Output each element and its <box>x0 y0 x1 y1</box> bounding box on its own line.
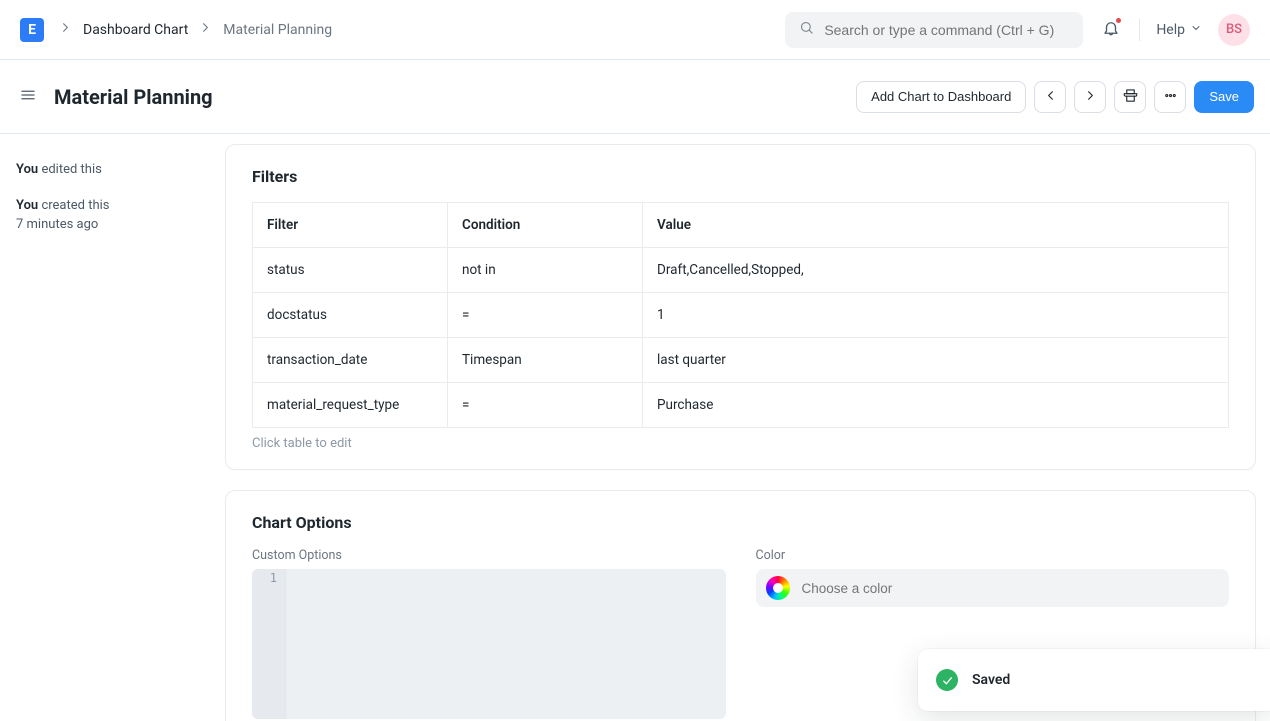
filters-header-condition: Condition <box>448 203 643 248</box>
filter-name: status <box>253 248 448 293</box>
filter-condition: = <box>448 293 643 338</box>
table-row[interactable]: docstatus = 1 <box>253 293 1229 338</box>
filter-condition: Timespan <box>448 338 643 383</box>
activity-edited-verb: edited this <box>41 162 101 177</box>
table-row[interactable]: transaction_date Timespan last quarter <box>253 338 1229 383</box>
color-wheel-icon[interactable] <box>766 576 790 600</box>
help-menu[interactable]: Help <box>1156 22 1202 38</box>
user-avatar[interactable]: BS <box>1218 14 1250 46</box>
page-body: You edited this You created this 7 minut… <box>0 134 1270 721</box>
main-column: Filters Filter Condition Value status no… <box>225 134 1270 721</box>
activity-edited-who: You <box>16 162 38 177</box>
page-actions: Add Chart to Dashboard Save <box>856 81 1254 113</box>
printer-icon <box>1123 88 1138 106</box>
activity-edited: You edited this <box>16 160 209 180</box>
toast-message: Saved <box>972 672 1010 688</box>
help-label: Help <box>1156 22 1185 38</box>
custom-options-editor[interactable]: 1 <box>252 569 726 719</box>
next-button[interactable] <box>1074 81 1106 113</box>
chevron-right-icon <box>1083 88 1098 106</box>
color-input-wrap[interactable] <box>756 569 1230 607</box>
hamburger-icon <box>19 86 37 108</box>
line-number: 1 <box>252 571 277 585</box>
toast-saved: Saved <box>918 649 1270 711</box>
prev-button[interactable] <box>1034 81 1066 113</box>
activity-created-who: You <box>16 198 38 213</box>
save-button[interactable]: Save <box>1194 81 1254 113</box>
color-input[interactable] <box>802 581 1220 596</box>
code-gutter: 1 <box>252 569 286 719</box>
filters-header-value: Value <box>643 203 1229 248</box>
search-icon <box>799 20 814 39</box>
navbar-right: Help BS <box>785 12 1250 48</box>
app-logo[interactable]: E <box>20 18 44 42</box>
breadcrumb-current: Material Planning <box>223 22 332 38</box>
filters-table[interactable]: Filter Condition Value status not in Dra… <box>252 202 1229 428</box>
print-button[interactable] <box>1114 81 1146 113</box>
ellipsis-icon <box>1163 88 1178 106</box>
filter-name: material_request_type <box>253 383 448 428</box>
bell-icon <box>1102 19 1120 41</box>
code-textarea[interactable] <box>286 569 726 719</box>
app-logo-letter: E <box>28 22 36 38</box>
filter-value: Purchase <box>643 383 1229 428</box>
more-menu-button[interactable] <box>1154 81 1186 113</box>
color-label: Color <box>756 548 1230 563</box>
chevron-right-icon <box>198 20 213 39</box>
activity-created-verb: created this <box>41 198 109 213</box>
search-input[interactable] <box>824 22 1069 38</box>
nav-divider <box>1139 19 1140 41</box>
filter-value: Draft,Cancelled,Stopped, <box>643 248 1229 293</box>
page-header: Material Planning Add Chart to Dashboard… <box>0 60 1270 134</box>
chevron-left-icon <box>1043 88 1058 106</box>
activity-created: You created this 7 minutes ago <box>16 196 209 235</box>
chevron-right-icon <box>58 20 73 39</box>
top-navbar: E Dashboard Chart Material Planning Help <box>0 0 1270 60</box>
activity-created-ago: 7 minutes ago <box>16 215 209 235</box>
filters-header-filter: Filter <box>253 203 448 248</box>
table-row[interactable]: status not in Draft,Cancelled,Stopped, <box>253 248 1229 293</box>
filters-card: Filters Filter Condition Value status no… <box>225 144 1256 470</box>
custom-options-label: Custom Options <box>252 548 726 563</box>
table-row[interactable]: material_request_type = Purchase <box>253 383 1229 428</box>
sidebar-toggle[interactable] <box>16 85 40 109</box>
notifications-button[interactable] <box>1099 18 1123 42</box>
check-circle-icon <box>936 669 958 691</box>
filters-edit-hint[interactable]: Click table to edit <box>252 436 1229 451</box>
global-search[interactable] <box>785 12 1083 48</box>
activity-sidebar: You edited this You created this 7 minut… <box>0 134 225 721</box>
filter-value: 1 <box>643 293 1229 338</box>
chevron-down-icon <box>1190 22 1202 38</box>
custom-options-field: Custom Options 1 <box>252 548 726 719</box>
add-chart-to-dashboard-button[interactable]: Add Chart to Dashboard <box>856 81 1026 113</box>
user-initials: BS <box>1226 22 1242 37</box>
filter-condition: not in <box>448 248 643 293</box>
filter-name: docstatus <box>253 293 448 338</box>
breadcrumb: Dashboard Chart Material Planning <box>58 20 332 39</box>
chart-options-title: Chart Options <box>252 513 1229 532</box>
filters-title: Filters <box>252 167 1229 186</box>
filter-condition: = <box>448 383 643 428</box>
breadcrumb-root[interactable]: Dashboard Chart <box>83 22 188 38</box>
filter-name: transaction_date <box>253 338 448 383</box>
page-title: Material Planning <box>54 85 213 109</box>
filter-value: last quarter <box>643 338 1229 383</box>
